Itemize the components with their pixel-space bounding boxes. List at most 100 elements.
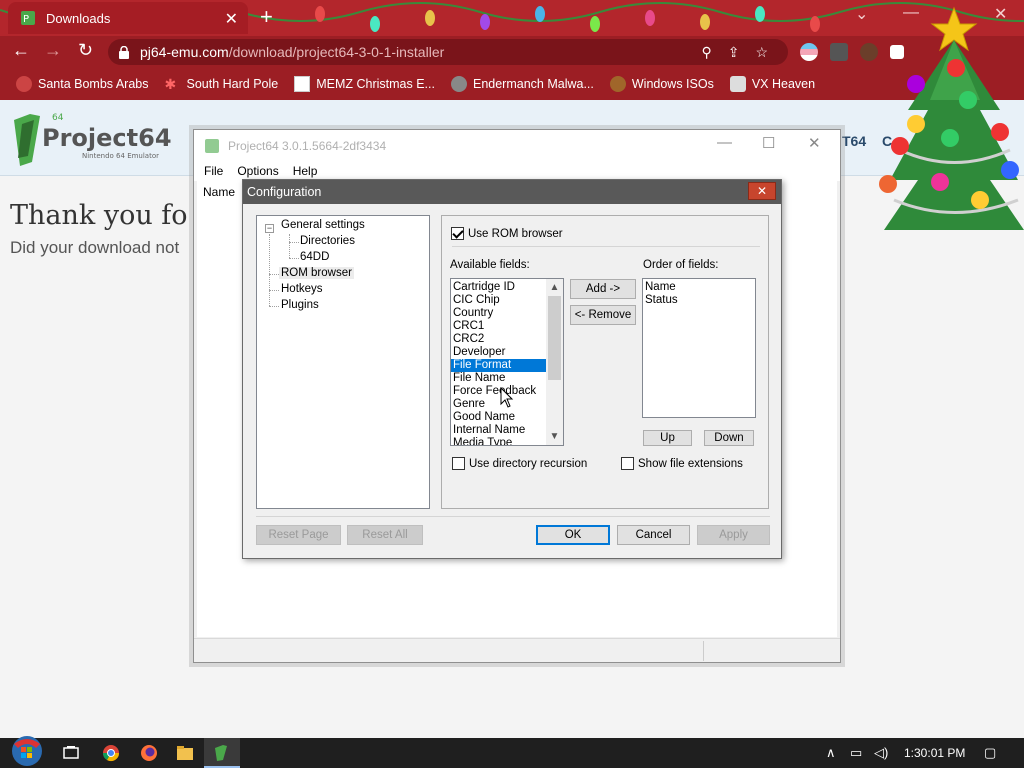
move-down-button[interactable]: Down — [704, 430, 754, 446]
tab-search-icon[interactable]: ⌄ — [855, 4, 868, 24]
windows-taskbar: ∧ ▭ ◁) 1:30:01 PM ▢ — [0, 736, 1024, 768]
memz-icon — [294, 76, 311, 92]
reset-all-button[interactable]: Reset All — [347, 525, 423, 545]
checkbox-label: Use ROM browser — [468, 227, 563, 240]
network-icon[interactable]: ▭ — [850, 745, 862, 761]
pj-minimize-icon[interactable]: — — [717, 134, 732, 151]
raccoon-icon — [450, 76, 467, 92]
apply-button[interactable]: Apply — [697, 525, 770, 545]
settings-tree: − General settings Directories 64DD ROM … — [256, 215, 430, 509]
notifications-icon[interactable]: ▢ — [984, 745, 996, 761]
forward-icon[interactable]: → — [44, 40, 62, 61]
pj-maximize-icon[interactable]: ☐ — [762, 134, 775, 152]
tree-item-hotkeys[interactable]: Hotkeys — [281, 283, 323, 295]
firefox-icon[interactable] — [140, 744, 158, 762]
tree-item-64dd[interactable]: 64DD — [300, 251, 329, 263]
tree-item-directories[interactable]: Directories — [300, 235, 355, 247]
move-up-button[interactable]: Up — [643, 430, 692, 446]
lock-icon — [119, 45, 129, 59]
rom-browser-panel: Use ROM browser Available fields: Cartri… — [441, 215, 769, 509]
project64-statusbar — [194, 638, 840, 662]
checkbox-unchecked-icon — [621, 457, 634, 470]
checkbox-label: Use directory recursion — [469, 457, 588, 470]
dialog-close-button[interactable]: ✕ — [748, 182, 776, 200]
list-scrollbar[interactable]: ▲ ▼ — [546, 279, 563, 445]
scrollbar-thumb[interactable] — [548, 296, 561, 380]
order-fields-list[interactable]: Name Status — [642, 278, 756, 418]
tree-item-general-settings[interactable]: General settings — [281, 219, 365, 231]
file-explorer-icon[interactable] — [176, 744, 194, 762]
bookmark-item[interactable]: ✱ South Hard Pole — [164, 76, 278, 92]
checkbox-unchecked-icon — [452, 457, 465, 470]
url-path: /download/project64-3-0-1-installer — [228, 44, 445, 60]
rom-list-column-name[interactable]: Name — [203, 185, 235, 199]
menu-options[interactable]: Options — [237, 164, 278, 178]
project64-title: Project64 3.0.1.5664-2df3434 — [228, 138, 387, 153]
browser-tab-downloads[interactable]: P Downloads ✕ — [8, 2, 248, 34]
project64-logo[interactable]: Project64 Nintendo 64 Emulator 64 — [12, 110, 202, 170]
address-bar[interactable]: pj64-emu.com/download/project64-3-0-1-in… — [108, 39, 788, 65]
list-item[interactable]: Name — [643, 281, 755, 294]
new-tab-button[interactable]: + — [260, 4, 273, 30]
extension-s-icon[interactable] — [830, 43, 848, 61]
project64-titlebar: Project64 3.0.1.5664-2df3434 — [194, 130, 840, 161]
bookmark-item[interactable]: VX Heaven — [729, 76, 815, 92]
pj-close-icon[interactable]: ✕ — [808, 134, 821, 152]
task-view-icon[interactable] — [62, 744, 80, 762]
order-fields-label: Order of fields: — [643, 259, 719, 271]
use-directory-recursion-checkbox[interactable]: Use directory recursion — [452, 457, 587, 470]
cancel-button[interactable]: Cancel — [617, 525, 690, 545]
add-field-button[interactable]: Add -> — [570, 279, 636, 299]
menu-file[interactable]: File — [204, 164, 223, 178]
bookmark-label: Windows ISOs — [631, 77, 714, 91]
volume-icon[interactable]: ◁) — [874, 745, 888, 761]
tree-collapse-icon[interactable]: − — [265, 224, 274, 233]
available-fields-label: Available fields: — [450, 259, 530, 271]
dialog-titlebar: Configuration — [243, 180, 781, 204]
start-button-icon[interactable] — [10, 734, 44, 768]
project64-app-icon — [205, 138, 219, 153]
show-file-extensions-checkbox[interactable]: Show file extensions — [621, 457, 743, 470]
tab-title: Downloads — [46, 10, 111, 26]
bookmark-item[interactable]: MEMZ Christmas E... — [294, 76, 435, 92]
use-rom-browser-checkbox[interactable]: Use ROM browser — [451, 227, 563, 240]
santa-icon — [16, 76, 32, 92]
available-fields-list[interactable]: Cartridge ID CIC Chip Country CRC1 CRC2 … — [450, 278, 564, 446]
bookmark-star-icon[interactable]: ☆ — [755, 44, 768, 61]
svg-text:64: 64 — [52, 113, 64, 123]
scroll-up-icon[interactable]: ▲ — [546, 279, 563, 296]
shield-icon — [729, 76, 746, 92]
ok-button[interactable]: OK — [536, 525, 610, 545]
scroll-down-icon[interactable]: ▼ — [546, 428, 563, 445]
back-icon[interactable]: ← — [12, 40, 30, 61]
share-icon[interactable]: ⇪ — [728, 44, 740, 61]
bookmark-item[interactable]: Windows ISOs — [609, 76, 714, 92]
bookmark-item[interactable]: Santa Bombs Arabs — [16, 76, 148, 92]
tree-item-plugins[interactable]: Plugins — [281, 299, 319, 311]
remove-field-button[interactable]: <- Remove — [570, 305, 636, 325]
tree-item-rom-browser[interactable]: ROM browser — [279, 267, 354, 279]
svg-text:P: P — [23, 14, 29, 25]
list-item[interactable]: Status — [643, 294, 755, 307]
christmas-tree-decoration — [879, 6, 1024, 230]
page-title: Thank you fo — [10, 200, 188, 231]
menu-help[interactable]: Help — [293, 164, 318, 178]
checkbox-label: Show file extensions — [638, 457, 743, 470]
svg-text:Project64: Project64 — [42, 124, 172, 152]
search-icon[interactable]: ⚲ — [701, 44, 711, 61]
taskbar-clock[interactable]: 1:30:01 PM — [904, 746, 965, 760]
svg-text:Nintendo 64 Emulator: Nintendo 64 Emulator — [82, 152, 159, 160]
chrome-icon[interactable] — [102, 744, 120, 762]
reset-page-button[interactable]: Reset Page — [256, 525, 341, 545]
tab-close-icon[interactable]: ✕ — [225, 9, 238, 29]
project64-taskbar-icon[interactable] — [213, 744, 231, 762]
bookmark-label: Endermanch Malwa... — [472, 77, 594, 91]
url-host: pj64-emu.com — [140, 44, 229, 60]
extension-flag-icon[interactable] — [800, 43, 818, 61]
reload-icon[interactable]: ↻ — [78, 40, 93, 61]
bookmark-label: Santa Bombs Arabs — [38, 77, 149, 91]
site-nav-item[interactable]: T64 — [842, 133, 866, 149]
page-subtitle: Did your download not — [10, 238, 180, 257]
bookmark-item[interactable]: Endermanch Malwa... — [450, 76, 594, 92]
show-hidden-icons-icon[interactable]: ∧ — [826, 745, 836, 761]
